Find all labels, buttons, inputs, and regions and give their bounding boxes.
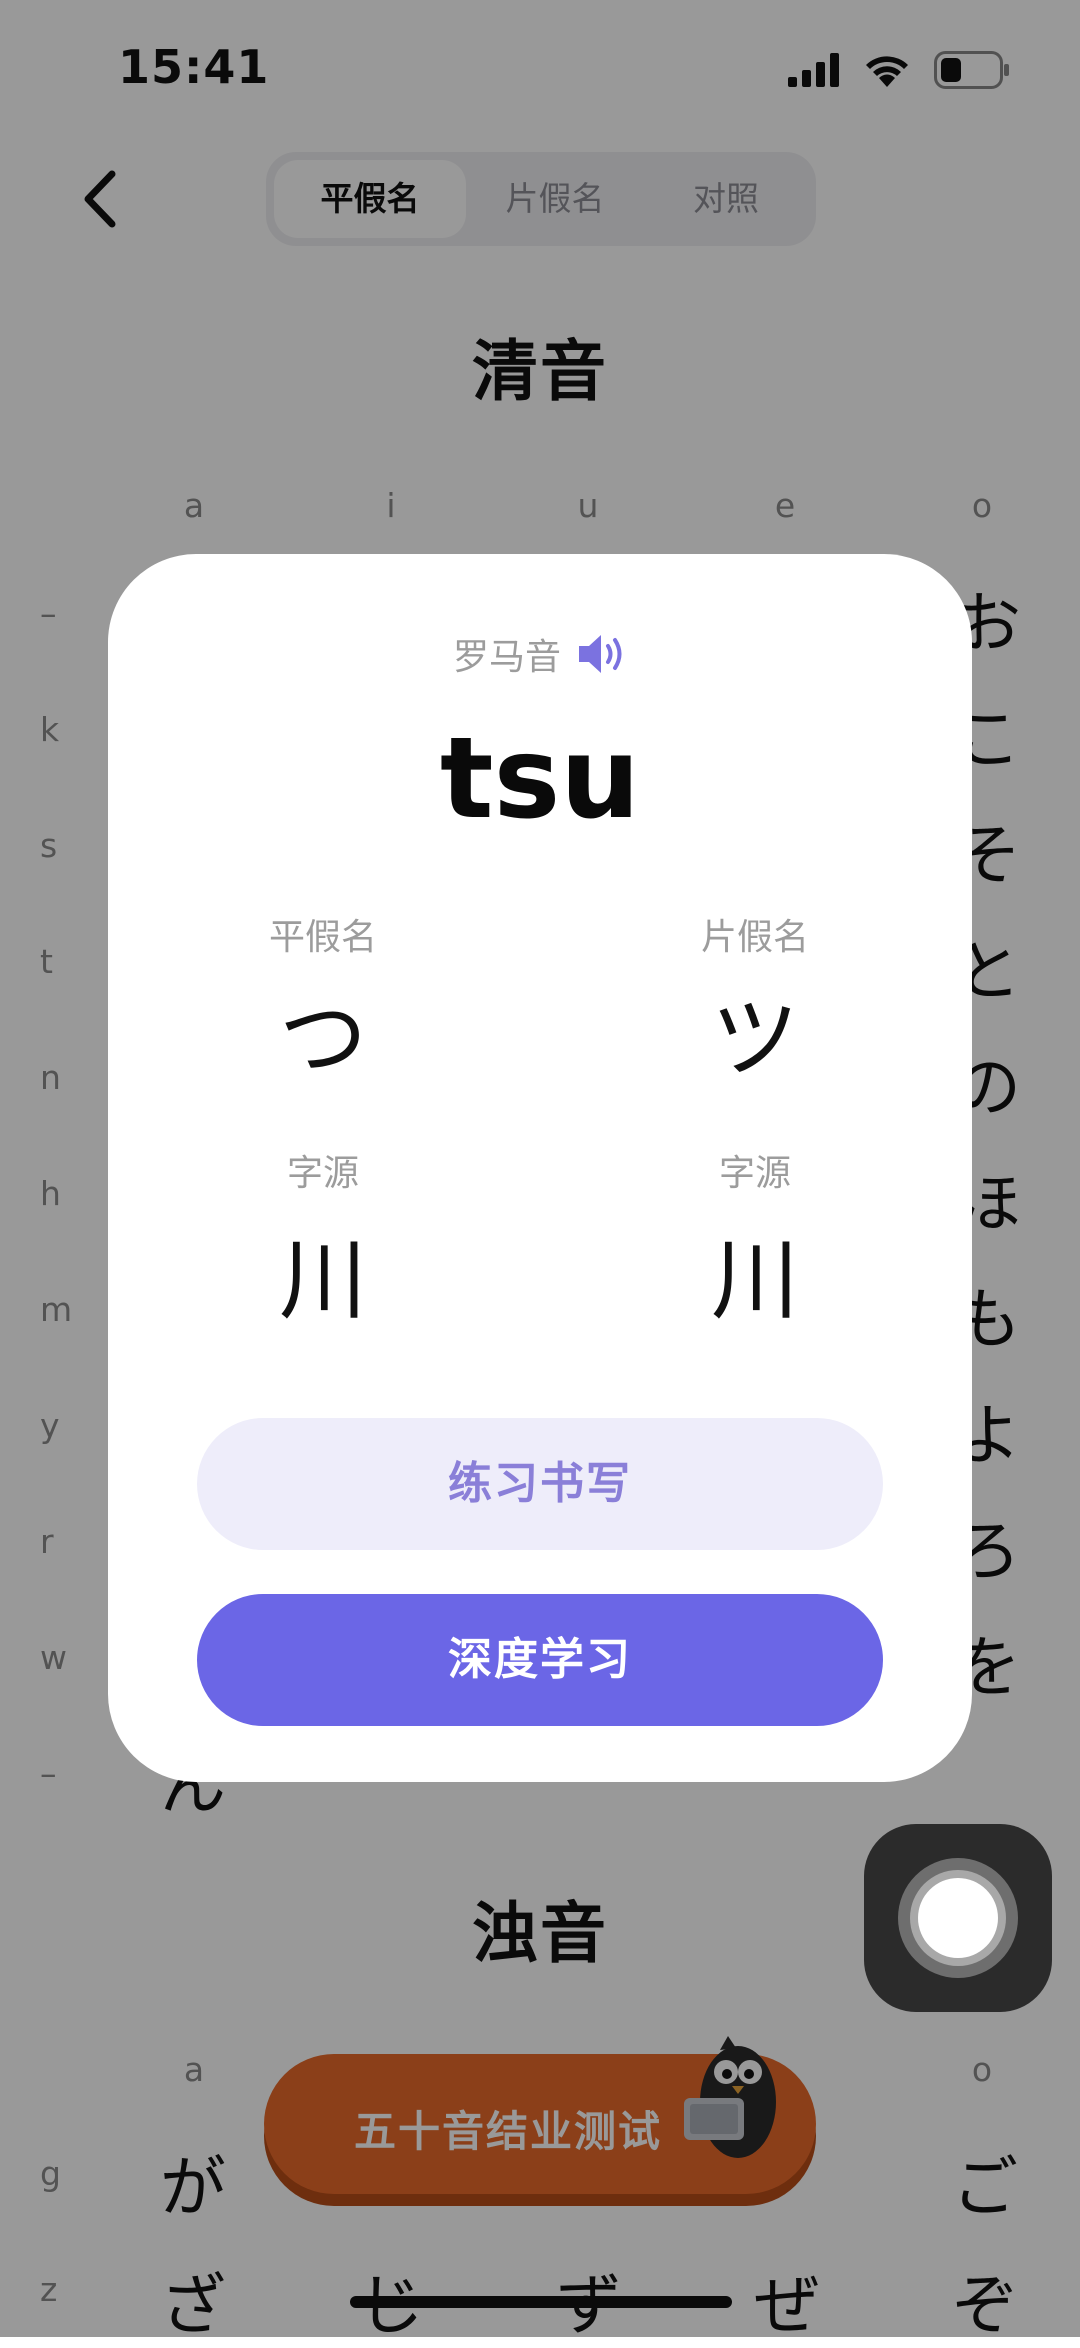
kana-detail-modal: 罗马音 tsu 平假名 つ 片假名 ツ 字源 川 字源 川 练习书写 深度学习 <box>108 554 972 1782</box>
romaji-value: tsu <box>440 714 640 844</box>
assistive-touch-icon[interactable] <box>864 1824 1052 2012</box>
speaker-icon[interactable] <box>577 632 627 676</box>
deep-learning-button[interactable]: 深度学习 <box>197 1594 883 1726</box>
origin-value-katakana: 川 <box>710 1229 799 1332</box>
origin-label-hiragana: 字源 <box>286 1153 359 1194</box>
origin-value-hiragana: 川 <box>278 1229 367 1332</box>
hiragana-label: 平假名 <box>268 917 377 958</box>
practice-writing-button[interactable]: 练习书写 <box>197 1418 883 1550</box>
hiragana-value: つ <box>278 987 367 1090</box>
origin-label-katakana: 字源 <box>718 1153 791 1194</box>
katakana-value: ツ <box>710 987 799 1090</box>
romaji-label: 罗马音 <box>452 637 561 678</box>
romaji-header: 罗马音 <box>108 628 972 680</box>
katakana-label: 片假名 <box>700 917 809 958</box>
